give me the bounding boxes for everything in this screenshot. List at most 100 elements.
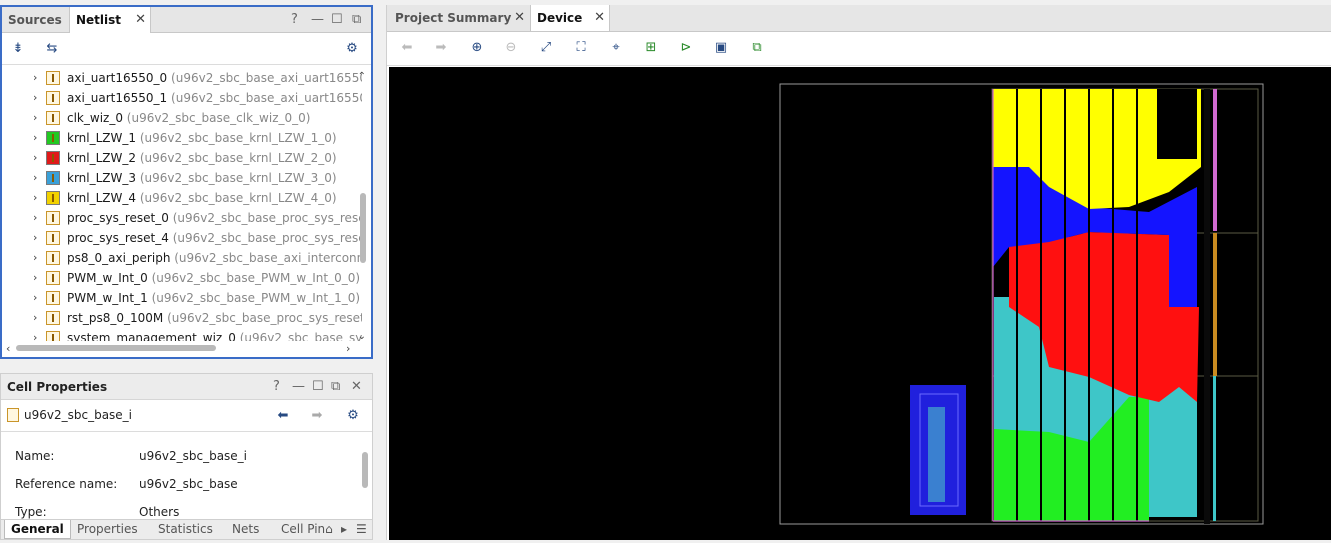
netlist-row[interactable]: › proc_sys_reset_4 (u96v2_sbc_base_proc_s…	[2, 228, 362, 248]
netlist-row[interactable]: › krnl_LZW_3 (u96v2_sbc_base_krnl_LZW_3_0…	[2, 168, 362, 188]
netlist-cell-name: axi_uart16550_1	[67, 91, 168, 105]
tabs-menu-icon[interactable]: ☰	[356, 520, 367, 539]
netlist-cell-name: krnl_LZW_3	[67, 171, 137, 185]
tab-properties[interactable]: Properties	[77, 520, 138, 539]
fit-icon[interactable]: ⤢	[536, 38, 556, 58]
gear-icon[interactable]: ⚙	[342, 39, 362, 59]
expand-all-icon[interactable]: ⇆	[42, 39, 62, 59]
float-icon[interactable]: ⧉	[331, 374, 340, 400]
left-tabbar: Sources Netlist ✕ ? — ☐ ⧉	[2, 7, 371, 33]
horizontal-scrollbar[interactable]	[16, 345, 216, 351]
expand-chevron-icon[interactable]: ›	[33, 328, 37, 341]
pblock-icon[interactable]: ▣	[711, 38, 731, 58]
zoom-in-icon[interactable]: ⊕	[467, 38, 487, 58]
scroll-right-icon[interactable]: ›	[346, 342, 350, 355]
back-icon[interactable]: ⬅	[273, 406, 293, 426]
close-icon[interactable]: ✕	[351, 374, 362, 400]
add-pblock-icon[interactable]: ⊳	[676, 38, 696, 58]
column-gap	[1204, 89, 1210, 524]
netlist-row-label: krnl_LZW_3 (u96v2_sbc_base_krnl_LZW_3_0)	[67, 168, 337, 188]
zoom-out-icon[interactable]: ⊖	[501, 38, 521, 58]
netlist-row[interactable]: › rst_ps8_0_100M (u96v2_sbc_base_proc_sys…	[2, 308, 362, 328]
gear-icon[interactable]: ⚙	[343, 406, 363, 426]
zoom-selected-icon[interactable]: ⛶	[571, 38, 591, 58]
cell-icon	[46, 171, 60, 185]
auto-fit-icon[interactable]: ⌖	[606, 38, 626, 58]
expand-chevron-icon[interactable]: ›	[33, 168, 37, 188]
netlist-cell-reference: (u96v2_sbc_base_axi_uart16550_1	[171, 91, 362, 105]
collapse-all-icon[interactable]: ⇟	[8, 39, 28, 59]
netlist-cell-name: ps8_0_axi_periph	[67, 251, 171, 265]
tab-general[interactable]: General	[4, 520, 71, 539]
netlist-cell-name: axi_uart16550_0	[67, 71, 168, 85]
help-icon[interactable]: ?	[291, 7, 298, 33]
expand-chevron-icon[interactable]: ›	[33, 308, 37, 328]
netlist-row[interactable]: › krnl_LZW_4 (u96v2_sbc_base_krnl_LZW_4_0…	[2, 188, 362, 208]
netlist-row[interactable]: › krnl_LZW_1 (u96v2_sbc_base_krnl_LZW_1_0…	[2, 128, 362, 148]
netlist-row[interactable]: › system_management_wiz_0 (u96v2_sbc_base…	[2, 328, 362, 341]
netlist-row[interactable]: › proc_sys_reset_0 (u96v2_sbc_base_proc_s…	[2, 208, 362, 228]
netlist-row[interactable]: › PWM_w_Int_1 (u96v2_sbc_base_PWM_w_Int_1…	[2, 288, 362, 308]
tab-netlist[interactable]: Netlist ✕	[69, 7, 151, 33]
device-view-canvas[interactable]	[389, 67, 1331, 540]
netlist-cell-reference: (u96v2_sbc_base_PWM_w_Int_0_0)	[151, 271, 361, 285]
expand-chevron-icon[interactable]: ›	[33, 88, 37, 108]
tab-sources[interactable]: Sources	[2, 7, 68, 33]
expand-chevron-icon[interactable]: ›	[33, 148, 37, 168]
scroll-down-icon[interactable]: ⌄	[358, 331, 366, 342]
netlist-row[interactable]: › axi_uart16550_1 (u96v2_sbc_base_axi_uar…	[2, 88, 362, 108]
netlist-row[interactable]: › ps8_0_axi_periph (u96v2_sbc_base_axi_in…	[2, 248, 362, 268]
float-icon[interactable]: ⧉	[352, 7, 361, 33]
restore-icon[interactable]: ☐	[312, 374, 324, 400]
tab-cell-pins[interactable]: Cell Pin⌂	[281, 520, 333, 539]
device-toolbar: ⬅ ➡ ⊕ ⊖ ⤢ ⛶ ⌖ ⊞ ⊳ ▣ ⧉	[387, 32, 1331, 66]
netlist-row-label: clk_wiz_0 (u96v2_sbc_base_clk_wiz_0_0)	[67, 108, 310, 128]
forward-icon[interactable]: ➡	[431, 38, 451, 58]
forward-icon[interactable]: ➡	[307, 406, 327, 426]
netlist-row[interactable]: › krnl_LZW_2 (u96v2_sbc_base_krnl_LZW_2_0…	[2, 148, 362, 168]
expand-chevron-icon[interactable]: ›	[33, 228, 37, 248]
close-tab-icon[interactable]: ✕	[135, 7, 146, 33]
help-icon[interactable]: ?	[273, 374, 280, 400]
scroll-up-icon[interactable]: ⌃	[358, 71, 366, 82]
expand-chevron-icon[interactable]: ›	[33, 108, 37, 128]
reports-icon[interactable]: ⧉	[747, 38, 767, 58]
back-icon[interactable]: ⬅	[397, 38, 417, 58]
device-floorplan[interactable]	[389, 67, 1331, 540]
expand-chevron-icon[interactable]: ›	[33, 68, 37, 88]
scroll-left-icon[interactable]: ‹	[6, 342, 10, 355]
expand-chevron-icon[interactable]: ›	[33, 268, 37, 288]
expand-chevron-icon[interactable]: ›	[33, 188, 37, 208]
restore-icon[interactable]: ☐	[331, 7, 343, 33]
expand-chevron-icon[interactable]: ›	[33, 128, 37, 148]
cell-icon	[46, 251, 60, 265]
vertical-scrollbar[interactable]	[362, 452, 368, 488]
minimize-icon[interactable]: —	[292, 374, 305, 400]
ps-core	[928, 407, 945, 502]
expand-chevron-icon[interactable]: ›	[33, 288, 37, 308]
routing-icon[interactable]: ⊞	[641, 38, 661, 58]
tab-nets[interactable]: Nets	[232, 520, 259, 539]
netlist-row[interactable]: › PWM_w_Int_0 (u96v2_sbc_base_PWM_w_Int_0…	[2, 268, 362, 288]
cell-icon	[46, 311, 60, 325]
cell-icon	[46, 271, 60, 285]
netlist-row[interactable]: › axi_uart16550_0 (u96v2_sbc_base_axi_uar…	[2, 68, 362, 88]
selected-cell-name: u96v2_sbc_base_i	[24, 408, 133, 422]
netlist-row[interactable]: › clk_wiz_0 (u96v2_sbc_base_clk_wiz_0_0)	[2, 108, 362, 128]
tab-statistics[interactable]: Statistics	[158, 520, 213, 539]
cell-icon	[46, 331, 60, 341]
minimize-icon[interactable]: —	[311, 7, 324, 33]
tab-project-summary[interactable]: Project Summary ✕	[389, 5, 529, 31]
tab-device[interactable]: Device ✕	[530, 5, 610, 31]
cell-icon	[46, 71, 60, 85]
netlist-cell-reference: (u96v2_sbc_base_krnl_LZW_4_0)	[139, 191, 337, 205]
close-tab-icon[interactable]: ✕	[594, 5, 605, 31]
netlist-row-label: axi_uart16550_0 (u96v2_sbc_base_axi_uart…	[67, 68, 362, 88]
expand-chevron-icon[interactable]: ›	[33, 208, 37, 228]
cell-properties-panel: Cell Properties ? — ☐ ⧉ ✕ u96v2_sbc_base…	[0, 373, 373, 540]
tabs-more-icon[interactable]: ▸	[341, 520, 347, 539]
vertical-scrollbar[interactable]	[360, 193, 366, 263]
expand-chevron-icon[interactable]: ›	[33, 248, 37, 268]
close-tab-icon[interactable]: ✕	[514, 5, 525, 31]
cell-properties-toolbar: u96v2_sbc_base_i ⬅ ➡ ⚙	[1, 400, 372, 432]
